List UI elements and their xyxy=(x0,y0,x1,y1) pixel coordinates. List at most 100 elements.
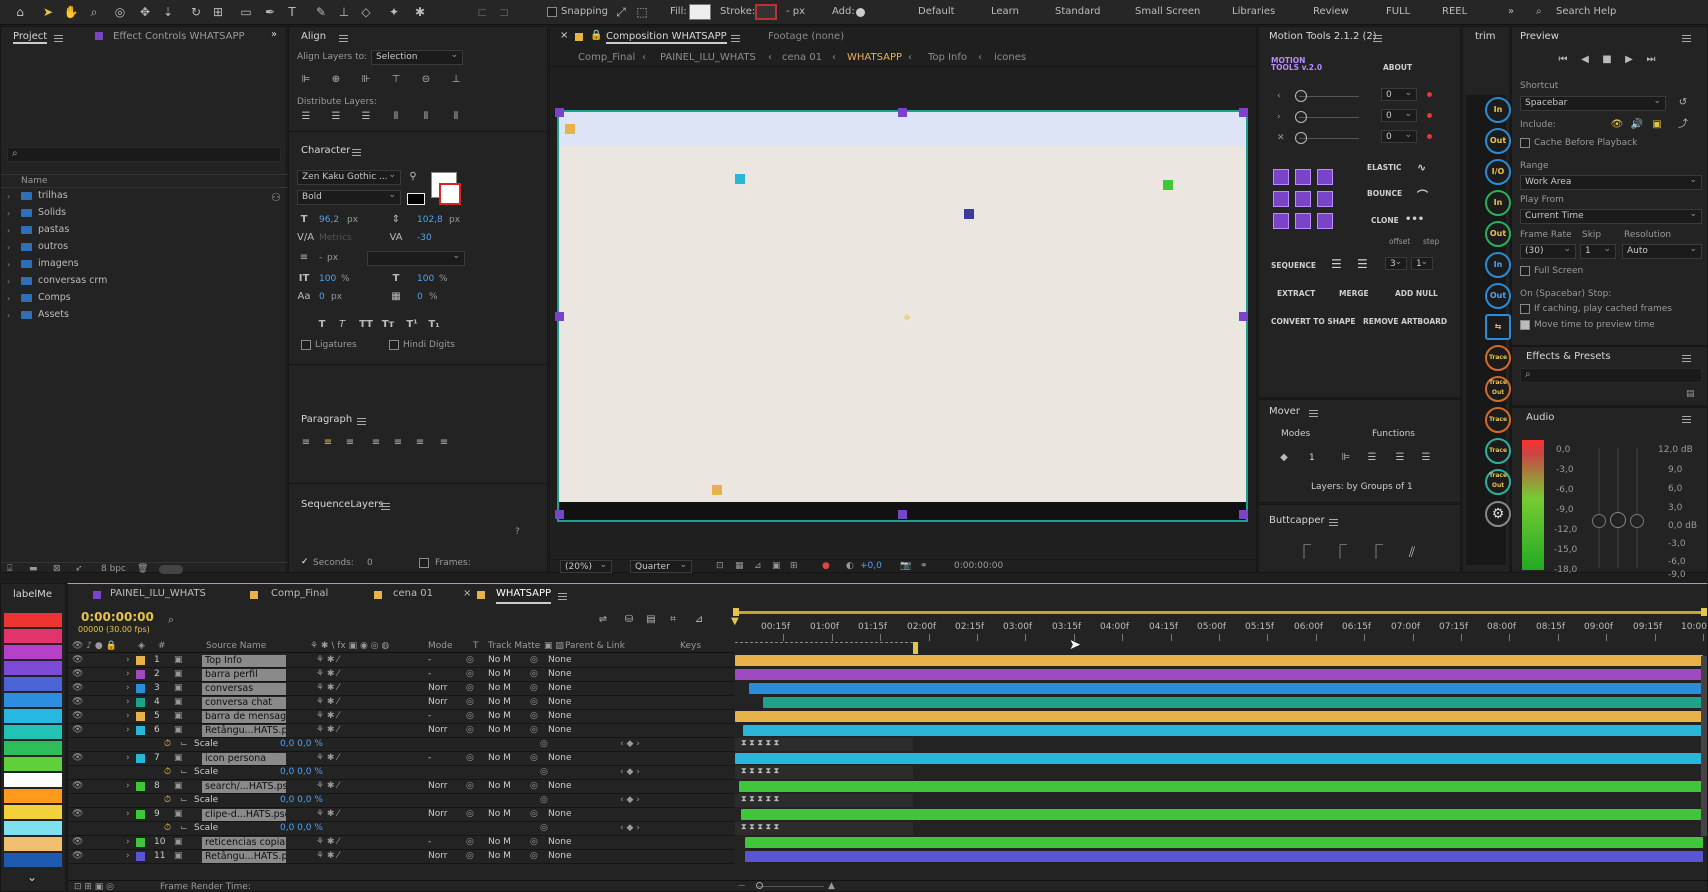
source-name-column[interactable]: Source Name xyxy=(206,641,266,651)
region-of-interest-icon[interactable]: ▣ xyxy=(772,561,781,571)
label-color-swatch[interactable] xyxy=(4,741,62,755)
layer-duration-bar[interactable] xyxy=(741,809,1703,820)
work-area-end[interactable] xyxy=(1701,608,1707,616)
parent-dropdown[interactable]: None xyxy=(548,683,571,693)
about-button[interactable]: ABOUT xyxy=(1383,63,1412,72)
hand-tool-icon[interactable]: ✋ xyxy=(63,4,79,20)
layer-row[interactable]: 👁 › 3 ▣ conversas ⚘ ✱ ⁄ Norr ◎ No M ◎ None xyxy=(68,682,734,696)
layer-name[interactable]: barra perfil xyxy=(202,669,286,681)
label-color-swatch[interactable] xyxy=(4,645,62,659)
label-color-swatch[interactable] xyxy=(4,709,62,723)
align-layers-to-dropdown[interactable]: Selection xyxy=(371,50,463,65)
trace-out-button-2[interactable]: Trace Out xyxy=(1485,469,1511,495)
rotate-tool-icon[interactable]: ↻ xyxy=(188,4,204,20)
distribute-left-icon[interactable]: ⫴ xyxy=(389,111,403,123)
layer-label-color[interactable] xyxy=(136,712,145,721)
layer-mode[interactable]: - xyxy=(428,655,431,665)
layer-name[interactable]: Retângu...HATS.psd xyxy=(202,851,286,863)
layer-name[interactable]: icon persona xyxy=(202,753,286,765)
track-matte-dropdown[interactable]: No M xyxy=(488,697,511,707)
mover-count[interactable]: 1 xyxy=(1309,453,1315,463)
layer-row[interactable]: 👁 › 1 ▣ Top Info ⚘ ✱ ⁄ - ◎ No M ◎ None xyxy=(68,654,734,668)
preview-menu-icon[interactable] xyxy=(1682,35,1691,42)
shortcut-dropdown[interactable]: Spacebar xyxy=(1520,96,1666,111)
align-center-toolbar-icon[interactable]: ⊐ xyxy=(496,4,512,20)
layer-label-color[interactable] xyxy=(136,852,145,861)
new-preset-icon[interactable]: ▤ xyxy=(1686,389,1695,399)
composition-tab[interactable]: Composition WHATSAPP xyxy=(606,31,727,44)
project-item[interactable]: › outros xyxy=(7,241,68,256)
layer-name[interactable]: barra de mensagem xyxy=(202,711,286,723)
anchor-grid[interactable] xyxy=(1273,169,1339,235)
effects-search-input[interactable]: ⌕ xyxy=(1520,368,1702,383)
layer-switches[interactable]: ⚘ ✱ ⁄ xyxy=(316,851,339,861)
stroke-swatch[interactable] xyxy=(755,4,777,20)
sequence-layers-menu-icon[interactable] xyxy=(381,503,390,510)
sequence-backward-icon[interactable]: ☰ xyxy=(1357,257,1368,271)
previous-frame-icon[interactable]: ◀ xyxy=(1578,54,1592,66)
paragraph-title[interactable]: Paragraph xyxy=(301,414,352,425)
first-frame-icon[interactable]: ⏮ xyxy=(1556,54,1570,66)
stroke-icon[interactable]: ⫽ xyxy=(1405,546,1419,560)
pen-tool-icon[interactable]: ✒ xyxy=(262,4,278,20)
layer-name[interactable]: clipe-d...HATS.psd xyxy=(202,809,286,821)
expression-pickwhip-icon[interactable]: ◎ xyxy=(540,795,548,805)
play-stop-icon[interactable]: ■ xyxy=(1600,54,1614,66)
render-queue-icon[interactable]: ➶ xyxy=(75,564,83,574)
trace-button-3[interactable]: Trace xyxy=(1485,438,1511,464)
layer-switches[interactable]: ⚘ ✱ ⁄ xyxy=(316,697,339,707)
add-null-button[interactable]: ADD NULL xyxy=(1395,289,1438,298)
layer-label-color[interactable] xyxy=(136,754,145,763)
pickwhip-icon[interactable]: ◎ xyxy=(530,655,538,665)
reset-icon[interactable]: ↺ xyxy=(1676,97,1690,109)
project-tab[interactable]: Project xyxy=(13,31,48,44)
effects-menu-icon[interactable] xyxy=(1682,355,1691,362)
last-frame-icon[interactable]: ⏭ xyxy=(1644,54,1658,66)
audio-fader-master[interactable] xyxy=(1610,512,1626,528)
project-item[interactable]: › conversas crm xyxy=(7,275,107,290)
expression-pickwhip-icon[interactable]: ◎ xyxy=(540,739,548,749)
fast-previews-icon[interactable]: ⊡ xyxy=(716,561,724,571)
anchor-tool-icon[interactable]: ⊞ xyxy=(210,4,226,20)
layer-duration-bar[interactable] xyxy=(735,669,1703,680)
preserve-transparency-icon[interactable]: ◎ xyxy=(466,683,474,693)
layer-mode[interactable]: Norr xyxy=(428,697,447,707)
track-matte-dropdown[interactable]: No M xyxy=(488,781,511,791)
eraser-tool-icon[interactable]: ◇ xyxy=(358,4,374,20)
parent-dropdown[interactable]: None xyxy=(548,837,571,847)
layer-row[interactable]: 👁 › 9 ▣ clipe-d...HATS.psd ⚘ ✱ ⁄ Norr ◎ No M ◎ Non… xyxy=(68,808,734,822)
footer-toggle-icons[interactable]: ⊡ ⊞ ▣ ◎ xyxy=(74,882,114,892)
layer-mode[interactable]: Norr xyxy=(428,683,447,693)
property-row[interactable]: ⏱ ⌙ Scale 0,0 0,0 % ◎ ‹ ◆ › xyxy=(68,738,734,752)
eyedropper-icon[interactable]: ⚲ xyxy=(406,171,420,183)
draft-3d-icon[interactable]: ⛁ xyxy=(622,614,636,626)
sequence-forward-icon[interactable]: ☰ xyxy=(1331,257,1342,271)
layer-name[interactable]: conversas xyxy=(202,683,286,695)
align-title[interactable]: Align xyxy=(301,31,326,42)
layer-duration-bar[interactable] xyxy=(745,851,1703,862)
mode-column[interactable]: Mode xyxy=(428,641,453,651)
black-white-swatch[interactable] xyxy=(407,193,425,205)
hindi-digits-checkbox[interactable] xyxy=(389,340,399,350)
clone-stamp-tool-icon[interactable]: ⊥ xyxy=(336,4,352,20)
bbox-handle[interactable] xyxy=(555,312,564,321)
breadcrumb-painel[interactable]: PAINEL_ILU_WHATS xyxy=(660,52,756,63)
expression-pickwhip-icon[interactable]: ◎ xyxy=(540,767,548,777)
mover-function-4-icon[interactable]: ☰ xyxy=(1419,452,1433,464)
trim-io-button[interactable]: I/O xyxy=(1485,159,1511,185)
preserve-transparency-icon[interactable]: ◎ xyxy=(466,851,474,861)
trim-in-blue-button[interactable]: In xyxy=(1485,252,1511,278)
buttcapper-menu-icon[interactable] xyxy=(1329,519,1338,526)
parent-dropdown[interactable]: None xyxy=(548,809,571,819)
expand-arrow-icon[interactable]: › xyxy=(126,753,130,763)
full-screen-checkbox[interactable] xyxy=(1520,266,1530,276)
breadcrumb-whatsapp[interactable]: WHATSAPP xyxy=(847,52,902,63)
reset-exposure-icon[interactable]: ◐ xyxy=(846,561,854,571)
anchor-handle[interactable] xyxy=(1163,180,1173,190)
track-matte-dropdown[interactable]: No M xyxy=(488,725,511,735)
bbox-handle[interactable] xyxy=(898,510,907,519)
property-value[interactable]: 0,0 0,0 % xyxy=(280,795,323,805)
visibility-eye-icon[interactable]: 👁 xyxy=(72,837,83,847)
property-value[interactable]: 0,0 0,0 % xyxy=(280,823,323,833)
timeline-scrollbar[interactable] xyxy=(1701,656,1707,836)
